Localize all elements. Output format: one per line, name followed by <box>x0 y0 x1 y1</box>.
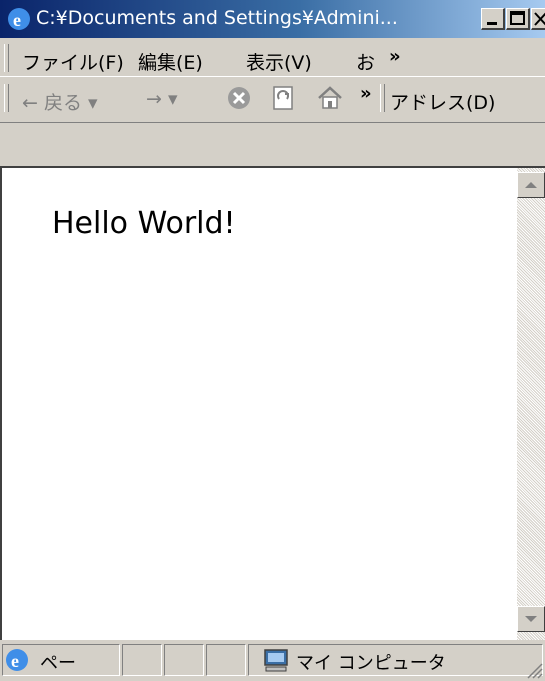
forward-button[interactable]: → ▾ <box>146 88 178 110</box>
page-content-text: Hello World! <box>52 206 236 241</box>
home-icon <box>318 86 342 109</box>
address-grip[interactable] <box>380 84 385 112</box>
status-text: ペー <box>40 653 76 674</box>
close-icon <box>534 12 545 26</box>
menu-bar: ファイル(F) 編集(E) 表示(V) お » <box>0 40 545 116</box>
scroll-up-icon <box>525 182 537 188</box>
standard-toolbar: ← 戻る ▾ → ▾ » アドレス(D) <box>0 78 545 123</box>
maximize-icon <box>510 11 525 25</box>
refresh-button[interactable] <box>272 85 296 116</box>
menu-file[interactable]: ファイル(F) <box>22 48 124 75</box>
ie-icon: e <box>6 649 28 671</box>
menu-more-chevron[interactable]: » <box>389 46 401 67</box>
toolbar-more-chevron[interactable]: » <box>360 83 372 104</box>
window-title: C:¥Documents and Settings¥Admini... <box>36 7 398 29</box>
stop-button[interactable] <box>226 85 252 116</box>
menu-edit[interactable]: 編集(E) <box>138 48 203 75</box>
scroll-up-button[interactable] <box>517 172 545 198</box>
scroll-down-button[interactable] <box>517 606 545 632</box>
toolbar-grip[interactable] <box>4 84 9 112</box>
ie-icon: e <box>8 8 30 30</box>
svg-text:e: e <box>13 10 21 30</box>
menu-favorites[interactable]: お <box>356 48 375 75</box>
security-zone-text: マイ コンピュータ <box>296 653 446 674</box>
refresh-icon <box>273 86 293 110</box>
status-panel <box>122 644 162 676</box>
svg-text:e: e <box>11 651 19 671</box>
home-button[interactable] <box>316 85 344 116</box>
status-bar: e ペー マイ コンピュータ <box>0 640 545 681</box>
computer-icon <box>264 649 288 672</box>
vertical-scrollbar[interactable] <box>517 168 545 640</box>
size-grip-icon[interactable] <box>523 659 543 679</box>
menu-grip[interactable] <box>4 44 9 72</box>
stop-icon <box>228 87 250 109</box>
minimize-icon <box>487 22 497 25</box>
scroll-down-icon <box>525 616 537 622</box>
maximize-button[interactable] <box>506 8 530 30</box>
status-panel <box>164 644 204 676</box>
back-button[interactable]: ← 戻る ▾ <box>22 88 98 115</box>
title-bar[interactable]: e C:¥Documents and Settings¥Admini... <box>0 0 545 38</box>
status-panel <box>206 644 246 676</box>
close-button[interactable] <box>531 8 545 30</box>
address-label: アドレス(D) <box>390 92 496 114</box>
menu-view[interactable]: 表示(V) <box>246 48 312 75</box>
page-viewport[interactable]: Hello World! <box>0 166 545 640</box>
minimize-button[interactable] <box>481 8 505 30</box>
